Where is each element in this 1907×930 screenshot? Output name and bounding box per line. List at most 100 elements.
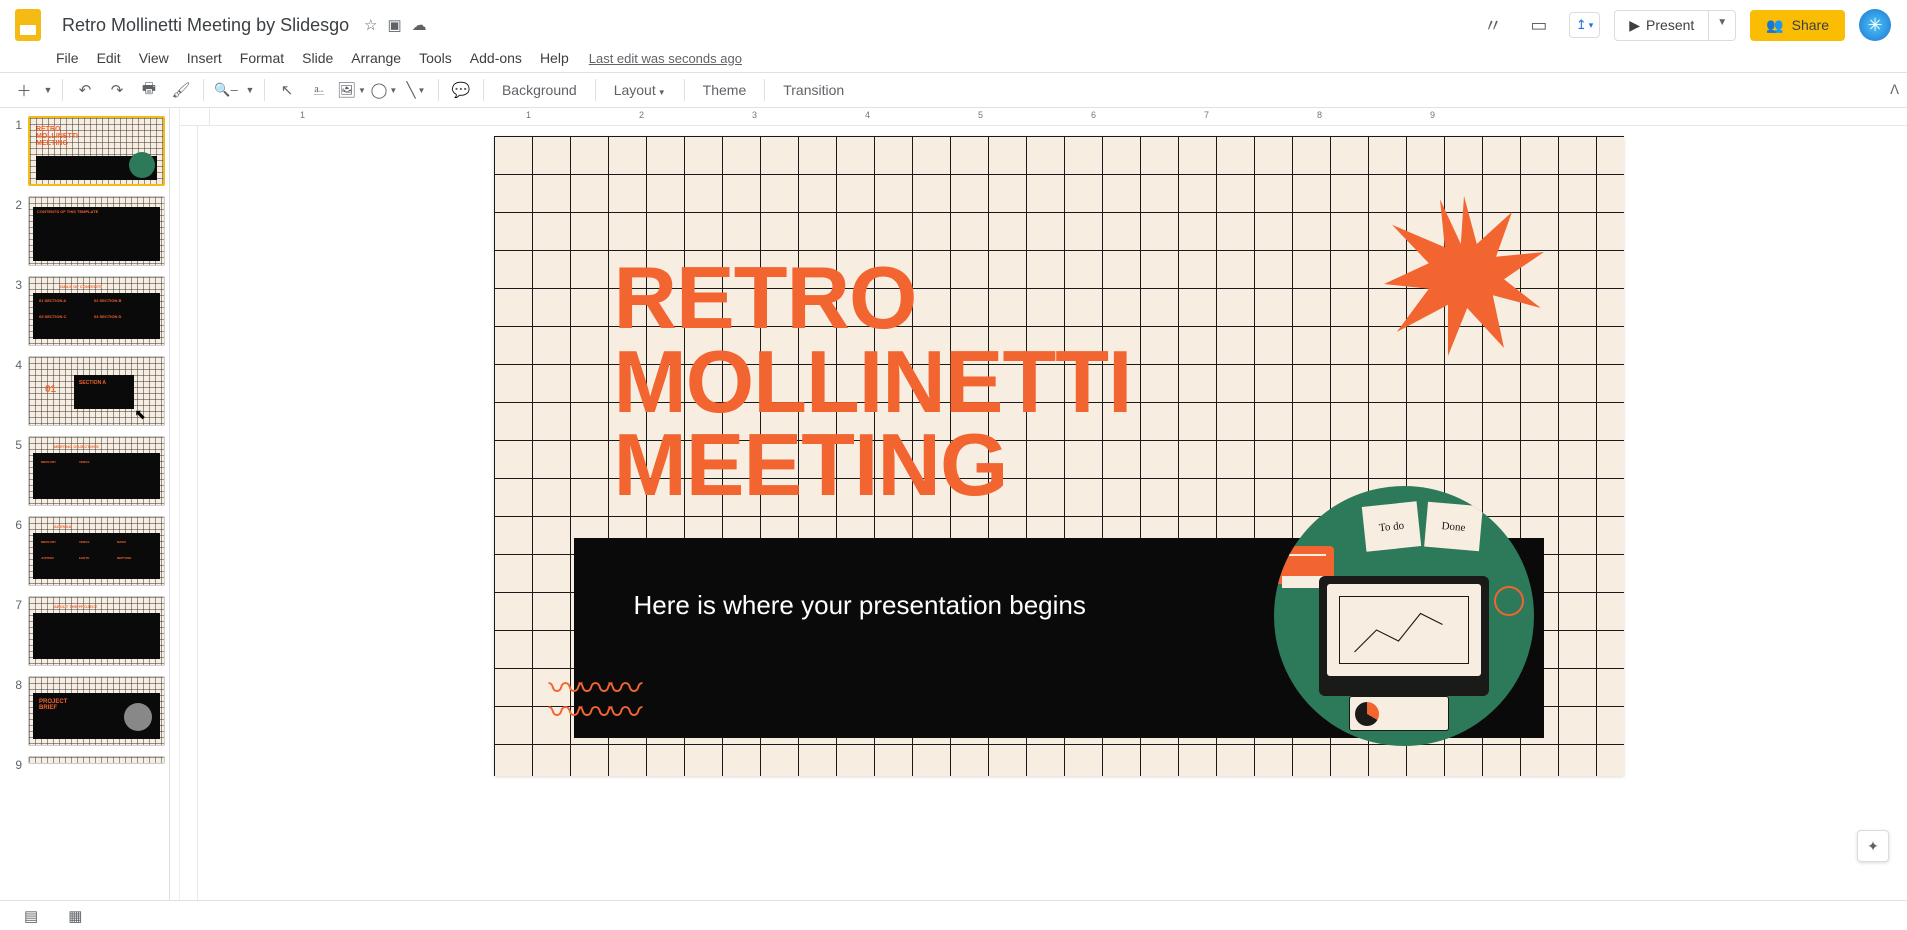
share-icon: 👥 bbox=[1766, 17, 1783, 34]
menu-insert[interactable]: Insert bbox=[179, 46, 230, 70]
move-icon[interactable]: ▣ bbox=[387, 16, 401, 34]
shape-tool[interactable]: ◯▼ bbox=[370, 76, 398, 104]
share-button[interactable]: 👥 Share bbox=[1750, 10, 1845, 41]
thumbnail[interactable]: TABLE OF CONTENTS01 SECTION A02 SECTION … bbox=[28, 276, 165, 346]
present-button[interactable]: ▶ Present bbox=[1615, 11, 1708, 40]
print-button[interactable]: 🖶 bbox=[135, 76, 163, 104]
layout-button[interactable]: Layout▼ bbox=[604, 82, 676, 98]
filmstrip-view-icon[interactable]: ▤ bbox=[24, 907, 38, 925]
menu-file[interactable]: File bbox=[48, 46, 87, 70]
slide-thumb-4[interactable]: 401SECTION A⬉ bbox=[10, 356, 165, 426]
select-tool[interactable]: ↖ bbox=[273, 76, 301, 104]
right-actions: 〃 ▭ ↥▾ ▶ Present ▼ 👥 Share ✳ bbox=[1477, 9, 1891, 41]
thumbnail[interactable]: AGENDAMERCURYVENUSMARSJUPITEREARTHNEPTUN… bbox=[28, 516, 165, 586]
thumbnail[interactable]: ABOUT THE PROJECT bbox=[28, 596, 165, 666]
canvas-area[interactable]: 1123456789 RETRO MOLLINETTI MEETING Here… bbox=[180, 108, 1907, 900]
slide-thumb-2[interactable]: 2CONTENTS OF THIS TEMPLATE bbox=[10, 196, 165, 266]
slide-thumb-1[interactable]: 1RETROMOLLINETTIMEETING bbox=[10, 116, 165, 186]
starburst-shape bbox=[1384, 196, 1544, 356]
vertical-ruler[interactable] bbox=[180, 126, 198, 900]
title-line-2: MOLLINETTI bbox=[614, 340, 1132, 424]
thumbnail[interactable]: MEETING OBJECTIVESMERCURYVENUS bbox=[28, 436, 165, 506]
thumbnail[interactable]: 01SECTION A⬉ bbox=[28, 356, 165, 426]
star-icon[interactable]: ☆ bbox=[364, 16, 377, 34]
undo-button[interactable]: ↶ bbox=[71, 76, 99, 104]
zoom-dropdown[interactable]: ▼ bbox=[244, 76, 256, 104]
line-tool[interactable]: ╲▼ bbox=[402, 76, 430, 104]
sticky-note-todo: To do bbox=[1361, 501, 1420, 552]
menu-slide[interactable]: Slide bbox=[294, 46, 341, 70]
slide-title[interactable]: RETRO MOLLINETTI MEETING bbox=[614, 256, 1132, 507]
collapse-toolbar-icon[interactable]: ᐱ bbox=[1890, 82, 1899, 98]
doc-title-input[interactable] bbox=[56, 13, 356, 38]
slide-thumb-9[interactable]: 9 bbox=[10, 756, 165, 766]
circle-illustration: To do Done bbox=[1274, 486, 1534, 746]
globe-icon bbox=[1494, 586, 1524, 616]
comment-button[interactable]: 💬 bbox=[447, 76, 475, 104]
titlebar: ☆ ▣ ☁ 〃 ▭ ↥▾ ▶ Present ▼ 👥 Share ✳ bbox=[0, 0, 1907, 44]
slide-thumb-8[interactable]: 8PROJECTBRIEF bbox=[10, 676, 165, 746]
new-slide-button[interactable]: ＋ bbox=[10, 76, 38, 104]
textbox-tool[interactable]: ⎁ bbox=[305, 76, 333, 104]
slide-thumb-3[interactable]: 3TABLE OF CONTENTS01 SECTION A02 SECTION… bbox=[10, 276, 165, 346]
present-label: Present bbox=[1646, 17, 1694, 33]
redo-button[interactable]: ↷ bbox=[103, 76, 131, 104]
menu-view[interactable]: View bbox=[131, 46, 177, 70]
share-label: Share bbox=[1792, 17, 1829, 33]
present-dropdown[interactable]: ▼ bbox=[1708, 11, 1735, 40]
present-group: ▶ Present ▼ bbox=[1614, 10, 1736, 41]
menubar: File Edit View Insert Format Slide Arran… bbox=[0, 44, 1907, 72]
comments-icon[interactable]: ▭ bbox=[1523, 9, 1555, 41]
bottom-bar: ▤ ▦ bbox=[0, 900, 1907, 930]
explore-button[interactable] bbox=[1857, 830, 1889, 862]
wave-decoration: 〰〰〰〰〰〰 bbox=[549, 678, 639, 726]
last-edit-link[interactable]: Last edit was seconds ago bbox=[589, 51, 742, 66]
image-tool[interactable]: 🖼▼ bbox=[337, 76, 366, 104]
cloud-saved-icon[interactable]: ☁ bbox=[412, 16, 427, 34]
menu-format[interactable]: Format bbox=[232, 46, 292, 70]
theme-button[interactable]: Theme bbox=[693, 82, 757, 98]
present-icon: ▶ bbox=[1629, 17, 1640, 34]
new-slide-dropdown[interactable]: ▼ bbox=[42, 76, 54, 104]
menu-help[interactable]: Help bbox=[532, 46, 577, 70]
slide-number: 7 bbox=[10, 596, 22, 666]
zoom-out-button[interactable]: 🔍‒ bbox=[212, 76, 240, 104]
slide-thumb-5[interactable]: 5MEETING OBJECTIVESMERCURYVENUS bbox=[10, 436, 165, 506]
slide-number: 1 bbox=[10, 116, 22, 186]
filmstrip[interactable]: 1RETROMOLLINETTIMEETING2CONTENTS OF THIS… bbox=[0, 108, 170, 900]
sticky-note-done: Done bbox=[1424, 502, 1483, 552]
slide-number: 5 bbox=[10, 436, 22, 506]
slide-canvas[interactable]: RETRO MOLLINETTI MEETING Here is where y… bbox=[494, 136, 1624, 776]
grid-view-icon[interactable]: ▦ bbox=[68, 907, 82, 925]
slides-logo[interactable] bbox=[8, 5, 48, 45]
activity-icon[interactable]: 〃 bbox=[1477, 9, 1509, 41]
menu-addons[interactable]: Add-ons bbox=[462, 46, 530, 70]
thumbnail[interactable] bbox=[28, 756, 165, 764]
toolbar: ＋ ▼ ↶ ↷ 🖶 🖌 🔍‒ ▼ ↖ ⎁ 🖼▼ ◯▼ ╲▼ 💬 Backgrou… bbox=[0, 72, 1907, 108]
menu-edit[interactable]: Edit bbox=[89, 46, 129, 70]
menu-tools[interactable]: Tools bbox=[411, 46, 460, 70]
laptop-illustration bbox=[1319, 576, 1489, 696]
background-button[interactable]: Background bbox=[492, 82, 587, 98]
paint-format-button[interactable]: 🖌 bbox=[167, 76, 195, 104]
title-line-1: RETRO bbox=[614, 256, 1132, 340]
slide-number: 8 bbox=[10, 676, 22, 746]
thumbnail[interactable]: RETROMOLLINETTIMEETING bbox=[28, 116, 165, 186]
thumbnail[interactable]: CONTENTS OF THIS TEMPLATE bbox=[28, 196, 165, 266]
slide-number: 2 bbox=[10, 196, 22, 266]
menu-arrange[interactable]: Arrange bbox=[343, 46, 409, 70]
thumbnail[interactable]: PROJECTBRIEF bbox=[28, 676, 165, 746]
pie-card-icon bbox=[1349, 696, 1449, 731]
slide-number: 3 bbox=[10, 276, 22, 346]
slide-thumb-6[interactable]: 6AGENDAMERCURYVENUSMARSJUPITEREARTHNEPTU… bbox=[10, 516, 165, 586]
horizontal-ruler[interactable]: 1123456789 bbox=[210, 108, 1907, 126]
title-line-3: MEETING bbox=[614, 423, 1132, 507]
user-avatar[interactable]: ✳ bbox=[1859, 9, 1891, 41]
slide-thumb-7[interactable]: 7ABOUT THE PROJECT bbox=[10, 596, 165, 666]
slide-subtitle[interactable]: Here is where your presentation begins bbox=[634, 590, 1086, 621]
ruler-corner bbox=[180, 108, 210, 126]
slide-number: 6 bbox=[10, 516, 22, 586]
doc-status-icons: ☆ ▣ ☁ bbox=[364, 16, 427, 34]
upload-button[interactable]: ↥▾ bbox=[1569, 12, 1600, 38]
transition-button[interactable]: Transition bbox=[773, 82, 854, 98]
